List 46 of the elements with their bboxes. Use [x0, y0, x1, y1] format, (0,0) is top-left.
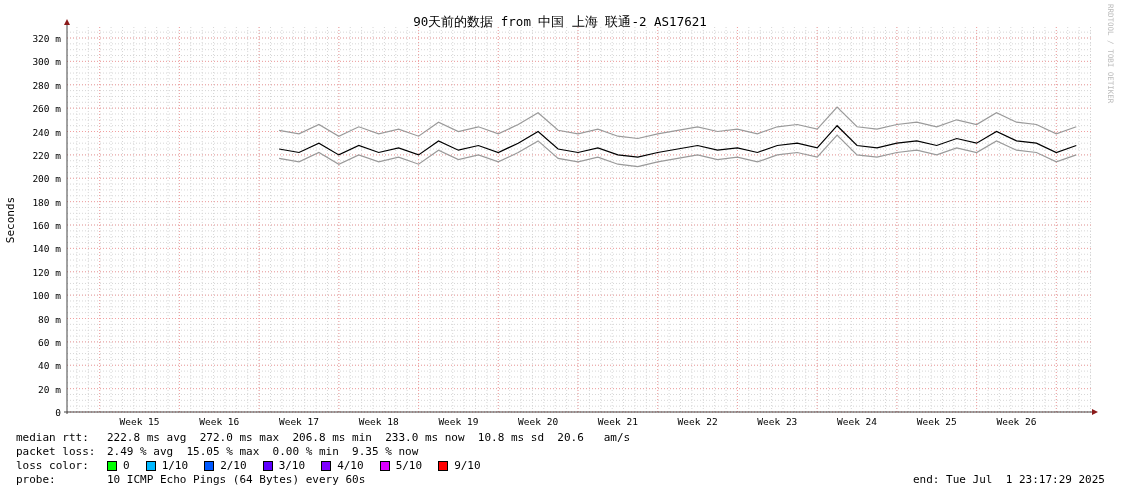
legend-label: loss color:	[16, 459, 90, 473]
legend-text: 2/10	[220, 459, 247, 473]
tick-label: Week 20	[518, 416, 559, 427]
legend-text: 4/10	[337, 459, 364, 473]
tick-label: 280 m	[32, 79, 61, 91]
legend-text: 10 ICMP Echo Pings (64 Bytes) every 60s	[107, 473, 366, 487]
tick-label: Week 23	[757, 416, 798, 427]
legend-text: 9/10	[454, 459, 481, 473]
tick-label: Week 16	[199, 416, 240, 427]
tick-label: 320 m	[32, 33, 61, 44]
legend-text: 222.8 ms avg 272.0 ms max 206.8 ms min 233.0 ms now 10.8 ms sd 20.6 am/s	[107, 431, 631, 445]
tick-label: 100 m	[32, 290, 61, 302]
tick-label: 140 m	[32, 243, 61, 255]
tick-label: 120 m	[32, 266, 61, 278]
legend-label: packet loss:	[16, 445, 97, 459]
legend-text: 5/10	[395, 459, 423, 473]
tick-label: 160 m	[32, 220, 61, 231]
tick-label: 300 m	[32, 56, 61, 68]
tick-label: 200 m	[32, 173, 61, 185]
tick-label: Week 21	[597, 416, 638, 427]
tick-label: Week 17	[278, 416, 319, 427]
tick-label: 80 m	[38, 313, 61, 325]
tick-label: 260 m	[32, 103, 61, 115]
tick-label: 40 m	[38, 360, 61, 372]
chart-title: 90天前的数据 from 中国 上海 联通-2 AS17621	[413, 14, 707, 29]
legend-label: median rtt:	[16, 431, 90, 445]
tick-label: Week 25	[916, 416, 957, 427]
tick-label: 20 m	[38, 383, 61, 395]
legend-text: 3/10	[278, 459, 306, 473]
tick-label: 240 m	[32, 126, 61, 138]
tick-label: 180 m	[32, 196, 61, 208]
axis-title: Seconds	[4, 196, 17, 244]
legend-text: 2.49 % avg 15.05 % max 0.00 % min 9.35 % now	[107, 445, 419, 459]
tick-label: Week 22	[677, 416, 718, 427]
end-time: end: Tue Jul 1 23:17:29 2025	[912, 473, 1105, 487]
legend-text: 1/10	[161, 459, 189, 473]
legend-text: 0	[123, 459, 130, 473]
tick-label: 0	[55, 407, 61, 418]
tick-label: Week 15	[119, 416, 160, 427]
tick-label: Week 18	[358, 416, 399, 427]
legend-label: probe:	[16, 473, 57, 487]
tick-label: Week 26	[996, 416, 1037, 427]
tick-label: Week 24	[837, 416, 878, 427]
tick-label: 60 m	[38, 336, 61, 348]
tick-label: 220 m	[32, 149, 61, 161]
tick-label: Week 19	[438, 416, 479, 427]
